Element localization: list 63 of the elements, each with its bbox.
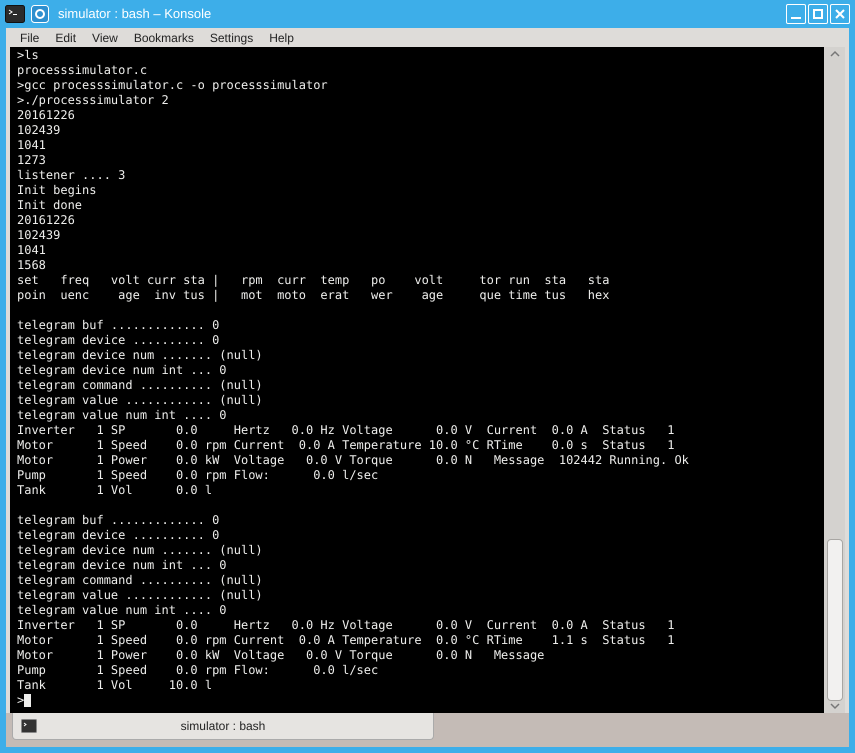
terminal-line: telegram buf ............. 0 [17,513,220,528]
menu-item[interactable]: Help [261,28,302,48]
terminal-line: 1273 [17,153,46,168]
maximize-icon [813,9,823,19]
terminal-line: >ls [17,48,39,63]
terminal-line: Init begins [17,183,96,198]
terminal-line: telegram device num ....... (null) [17,348,263,363]
terminal-line: Motor 1 Speed 0.0 rpm Current 0.0 A Temperature 0.0 °C RTime 1.1 s Status 1 [17,633,674,648]
terminal-icon [21,719,37,733]
terminal-line: Motor 1 Speed 0.0 rpm Current 0.0 A Temperature 10.0 °C RTime 0.0 s Status 1 [17,438,674,453]
terminal-line: 102439 [17,123,60,138]
terminal-line: 1041 [17,243,46,258]
terminal-line: Pump 1 Speed 0.0 rpm Flow: 0.0 l/sec [17,663,378,678]
minimize-button[interactable] [786,4,806,24]
terminal-line: 20161226 [17,108,75,123]
close-icon [834,8,846,20]
terminal-line: Motor 1 Power 0.0 kW Voltage 0.0 V Torque 0.0 N Message 102442 Running. Ok [17,453,689,468]
terminal-line: Motor 1 Power 0.0 kW Voltage 0.0 V Torque 0.0 N Message [17,648,544,663]
terminal-line: telegram device .......... 0 [17,528,220,543]
minimize-icon [791,17,801,19]
maximize-button[interactable] [808,4,828,24]
terminal-line: >gcc processsimulator.c -o processsimulator [17,78,328,93]
terminal-line: set freq volt curr sta | rpm curr temp po volt tor run sta sta [17,273,610,288]
terminal-line: telegram command .......... (null) [17,378,263,393]
scrollbar[interactable] [824,47,845,713]
menu-item[interactable]: File [12,28,48,48]
terminal-line: Pump 1 Speed 0.0 rpm Flow: 0.0 l/sec [17,468,378,483]
terminal-line: telegram device num ....... (null) [17,543,263,558]
terminal-line: telegram value ............ (null) [17,393,263,408]
close-button[interactable] [830,4,850,24]
terminal-line: 1041 [17,138,46,153]
menu-item[interactable]: Settings [202,28,262,48]
scroll-down-icon[interactable] [828,701,840,711]
terminal-line: Inverter 1 SP 0.0 Hertz 0.0 Hz Voltage 0.0 V Current 0.0 A Status 1 [17,618,674,633]
terminal-line: poin uenc age inv tus | mot moto erat wer age que time tus hex [17,288,610,303]
terminal-line: 1568 [17,258,46,273]
prompt: > [17,693,24,708]
terminal-line: telegram value num int .... 0 [17,603,227,618]
window-title: simulator : bash – Konsole [58,5,212,24]
terminal-line: processsimulator.c [17,63,148,78]
tab[interactable]: simulator : bash [12,713,434,740]
terminal-line: telegram device num int ... 0 [17,558,227,573]
terminal-line: Inverter 1 SP 0.0 Hertz 0.0 Hz Voltage 0.0 V Current 0.0 A Status 1 [17,423,674,438]
menu-item[interactable]: Bookmarks [126,28,202,48]
terminal-line: telegram buf ............. 0 [17,318,220,333]
pin-icon[interactable] [31,5,49,23]
scroll-up-icon[interactable] [828,49,840,59]
terminal-line: telegram device .......... 0 [17,333,220,348]
menu-item[interactable]: View [84,28,126,48]
terminal-line: telegram command .......... (null) [17,573,263,588]
menu-item[interactable]: Edit [47,28,84,48]
terminal-line: 20161226 [17,213,75,228]
terminal-line: Tank 1 Vol 10.0 l [17,678,212,693]
terminal-line: telegram value ............ (null) [17,588,263,603]
terminal-line: telegram value num int .... 0 [17,408,227,423]
scroll-handle[interactable] [826,539,842,701]
terminal-line: >./processsimulator 2 [17,93,169,108]
terminal-line: Tank 1 Vol 0.0 l [17,483,212,498]
terminal-icon[interactable] [5,5,25,23]
terminal-line: listener .... 3 [17,168,126,183]
terminal-line: 102439 [17,228,60,243]
terminal-line: telegram device num int ... 0 [17,363,227,378]
terminal-line: Init done [17,198,82,213]
